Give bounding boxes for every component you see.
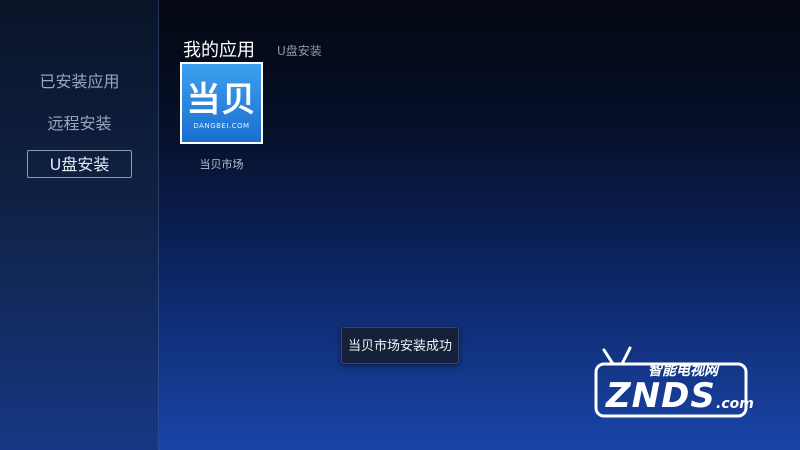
sidebar-item-remote-install[interactable]: 远程安装 <box>27 110 132 138</box>
watermark-brand: ZNDS <box>606 376 716 416</box>
tv-app-screen: 已安装应用 远程安装 U盘安装 我的应用 U盘安装 当贝 DANGBEI.COM… <box>0 0 800 450</box>
dangbei-logo-domain: DANGBEI.COM <box>193 122 250 130</box>
page-subtitle: U盘安装 <box>277 44 322 58</box>
watermark-domain: .com <box>716 396 754 412</box>
install-success-toast: 当贝市场安装成功 <box>341 327 459 364</box>
dangbei-app-icon: 当贝 <box>186 80 257 120</box>
sidebar: 已安装应用 远程安装 U盘安装 <box>0 0 159 450</box>
app-name-label: 当贝市场 <box>199 158 244 171</box>
app-tile-dangbei[interactable]: 当贝 DANGBEI.COM <box>180 62 263 144</box>
znds-watermark: 智能电视网 ZNDS .com <box>586 346 766 422</box>
page-title: 我的应用 <box>183 40 255 61</box>
sidebar-item-usb-install[interactable]: U盘安装 <box>27 150 132 178</box>
sidebar-item-installed-apps[interactable]: 已安装应用 <box>27 68 132 96</box>
